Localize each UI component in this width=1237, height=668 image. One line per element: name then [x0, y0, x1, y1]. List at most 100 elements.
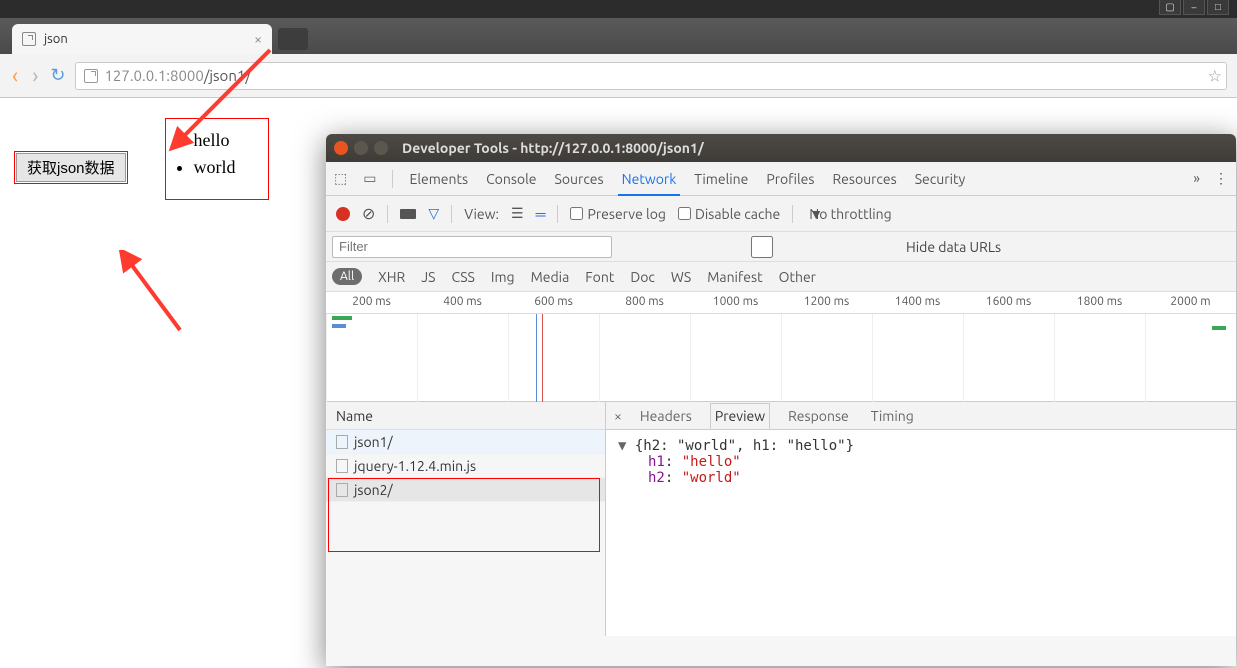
large-rows-icon[interactable]: ☰	[511, 205, 524, 222]
request-name-column: Name json1/ jquery-1.12.4.min.js json2/	[326, 402, 606, 636]
preview-body: ▼ {h2: "world", h1: "hello"} h1: "hello"…	[606, 430, 1236, 636]
type-media[interactable]: Media	[531, 269, 570, 285]
browser-tab[interactable]: json ×	[12, 24, 272, 54]
menu-icon[interactable]: ⋮	[1214, 170, 1228, 187]
timeline-tick: 1400 ms	[872, 292, 963, 313]
hide-data-urls-checkbox[interactable]: Hide data URLs	[622, 236, 1001, 258]
os-titlebar: ▢ – □	[0, 0, 1237, 18]
browser-tabstrip: json ×	[0, 18, 1237, 54]
timeline-tick: 2000 m	[1145, 292, 1236, 313]
inspect-icon[interactable]: ⬚	[334, 170, 347, 187]
address-bar[interactable]: 127.0.0.1:8000/json1/ ☆	[75, 62, 1227, 90]
type-other[interactable]: Other	[779, 269, 816, 285]
throttling-dropdown[interactable]: No throttling ▼	[809, 206, 892, 222]
type-js[interactable]: JS	[421, 269, 435, 285]
type-xhr[interactable]: XHR	[378, 269, 405, 285]
detail-tabs: × Headers Preview Response Timing	[606, 402, 1236, 430]
tab-timeline[interactable]: Timeline	[694, 162, 748, 195]
timeline-tick: 1000 ms	[690, 292, 781, 313]
timeline-tick: 800 ms	[599, 292, 690, 313]
capture-screenshot-icon[interactable]	[400, 209, 416, 219]
waterfall-overview[interactable]: 200 ms 400 ms 600 ms 800 ms 1000 ms 1200…	[326, 292, 1236, 402]
separator	[451, 205, 452, 223]
back-button[interactable]: ‹	[10, 65, 20, 87]
close-icon[interactable]	[334, 141, 348, 155]
separator	[792, 205, 793, 223]
devtools-top-tabs: ⬚ ▭ Elements Console Sources Network Tim…	[326, 162, 1236, 196]
timeline-tick: 1200 ms	[781, 292, 872, 313]
separator	[557, 205, 558, 223]
object-summary: {h2: "world", h1: "hello"}	[635, 438, 854, 454]
timeline-tick: 200 ms	[326, 292, 417, 313]
expand-icon[interactable]: ▼	[618, 438, 635, 454]
filter-input[interactable]	[332, 236, 612, 258]
file-icon	[336, 459, 348, 473]
tab-sources[interactable]: Sources	[555, 162, 604, 195]
tab-network[interactable]: Network	[622, 162, 677, 195]
type-ws[interactable]: WS	[671, 269, 691, 285]
tab-resources[interactable]: Resources	[832, 162, 896, 195]
file-icon	[22, 32, 36, 46]
column-header-name[interactable]: Name	[326, 402, 605, 430]
type-font[interactable]: Font	[585, 269, 614, 285]
clear-button[interactable]: ⊘	[362, 204, 375, 223]
network-filterbar: Hide data URLs	[326, 232, 1236, 262]
separator	[387, 205, 388, 223]
close-icon[interactable]: ×	[614, 408, 622, 424]
minimize-icon[interactable]	[354, 141, 368, 155]
file-icon	[336, 435, 348, 449]
detail-tab-timing[interactable]: Timing	[867, 404, 918, 428]
maximize-icon[interactable]: □	[1207, 0, 1229, 15]
request-row[interactable]: json1/	[326, 430, 605, 454]
get-json-button[interactable]: 获取json数据	[16, 153, 126, 182]
detail-tab-headers[interactable]: Headers	[636, 404, 696, 428]
close-icon[interactable]: ×	[254, 31, 262, 47]
network-bottom: Name json1/ jquery-1.12.4.min.js json2/ …	[326, 402, 1236, 636]
tab-title: json	[44, 32, 246, 46]
device-icon[interactable]: ▭	[363, 170, 376, 187]
tab-console[interactable]: Console	[486, 162, 536, 195]
resource-type-bar: All XHR JS CSS Img Media Font Doc WS Man…	[326, 262, 1236, 292]
maximize-icon[interactable]	[374, 141, 388, 155]
reload-button[interactable]: ↻	[50, 65, 65, 86]
json-key: h1	[648, 454, 665, 470]
tab-security[interactable]: Security	[915, 162, 966, 195]
devtools-window: Developer Tools - http://127.0.0.1:8000/…	[326, 134, 1236, 666]
file-icon	[84, 69, 98, 83]
url-host: 127.0.0.1:8000	[104, 67, 203, 84]
type-manifest[interactable]: Manifest	[707, 269, 762, 285]
list-item: world	[194, 154, 236, 181]
view-label: View:	[464, 206, 499, 222]
annotation-box: hello world	[165, 118, 269, 200]
timeline-tick: 1800 ms	[1054, 292, 1145, 313]
type-all[interactable]: All	[332, 268, 362, 285]
bookmark-icon[interactable]: ☆	[1208, 66, 1222, 85]
type-img[interactable]: Img	[491, 269, 515, 285]
network-toolbar: ⊘ ▽ View: ☰ ═ Preserve log Disable cache…	[326, 196, 1236, 232]
separator	[392, 170, 393, 188]
tab-profiles[interactable]: Profiles	[766, 162, 814, 195]
filter-icon[interactable]: ▽	[428, 205, 439, 222]
url-path: /json1/	[204, 67, 251, 84]
type-css[interactable]: CSS	[451, 269, 474, 285]
json-value: "hello"	[682, 454, 741, 470]
preserve-log-checkbox[interactable]: Preserve log	[570, 206, 665, 222]
timeline-tick: 400 ms	[417, 292, 508, 313]
request-row[interactable]: jquery-1.12.4.min.js	[326, 454, 605, 478]
annotation-box	[328, 478, 600, 552]
minimize-icon[interactable]: –	[1183, 0, 1205, 15]
disable-cache-checkbox[interactable]: Disable cache	[678, 206, 780, 222]
type-doc[interactable]: Doc	[630, 269, 655, 285]
detail-tab-preview[interactable]: Preview	[710, 403, 770, 429]
user-icon[interactable]: ▢	[1159, 0, 1181, 15]
record-button[interactable]	[336, 207, 350, 221]
tab-elements[interactable]: Elements	[409, 162, 468, 195]
devtools-titlebar[interactable]: Developer Tools - http://127.0.0.1:8000/…	[326, 134, 1236, 162]
json-value: "world"	[682, 470, 741, 486]
result-list: hello world	[194, 127, 236, 181]
new-tab-button[interactable]	[278, 28, 308, 50]
waterfall-icon[interactable]: ═	[536, 206, 546, 222]
devtools-title: Developer Tools - http://127.0.0.1:8000/…	[402, 140, 704, 156]
detail-tab-response[interactable]: Response	[784, 404, 853, 428]
more-tabs-icon[interactable]: »	[1193, 170, 1200, 187]
